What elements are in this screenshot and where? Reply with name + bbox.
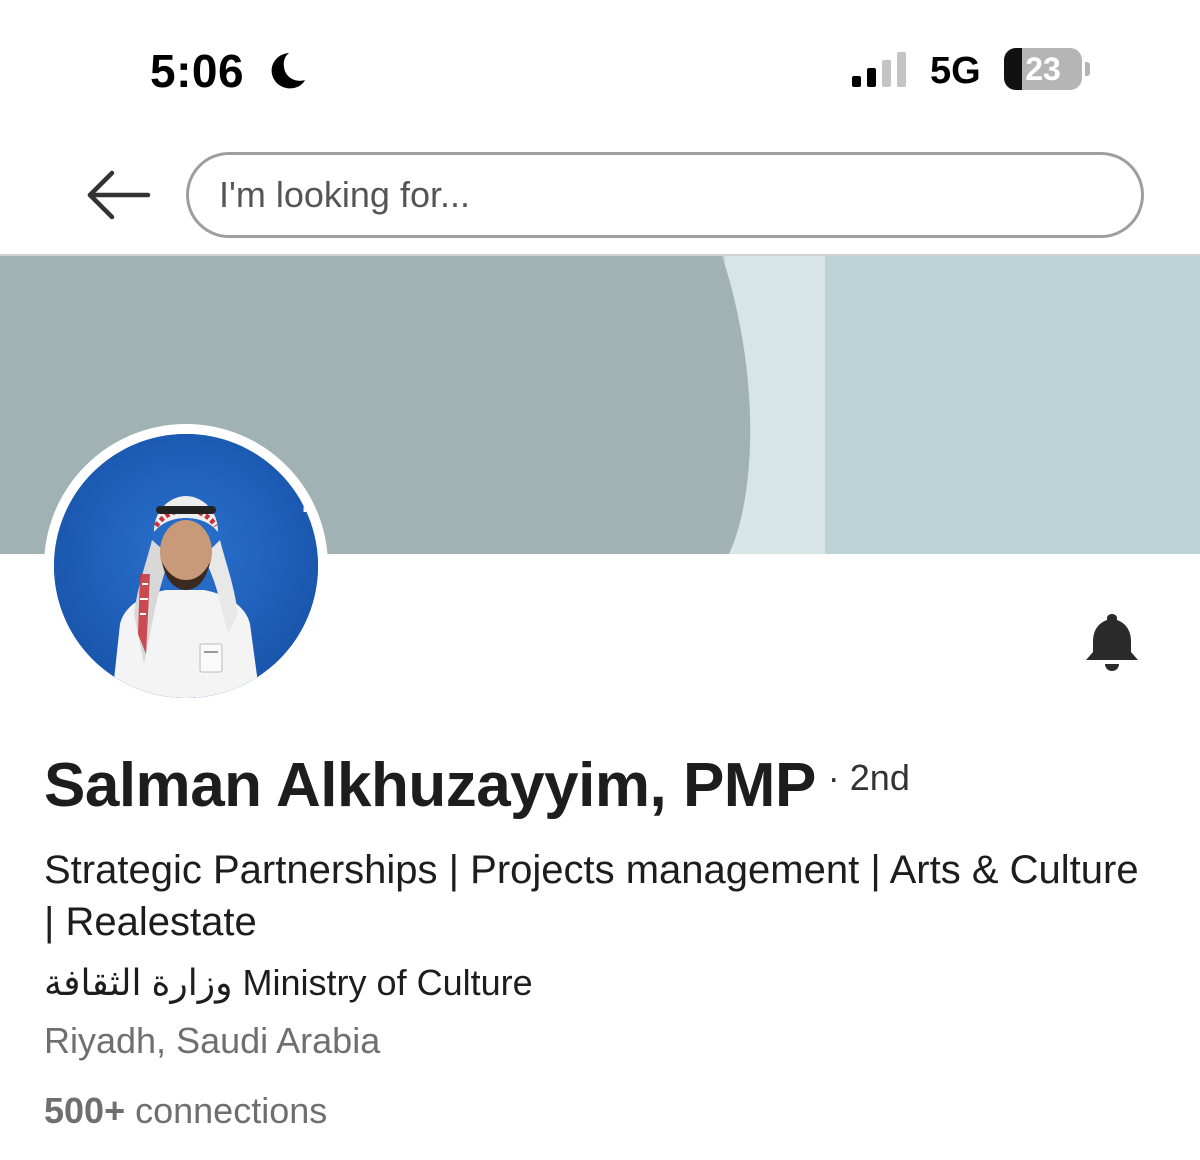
avatar[interactable]: قيادة العـ [44, 424, 328, 708]
profile-headline: Strategic Partnerships | Projects manage… [44, 848, 1139, 944]
status-time: 5:06 [150, 45, 245, 97]
bell-icon [1086, 614, 1138, 671]
connections-count: 500+ [44, 1090, 126, 1131]
name-row: Salman Alkhuzayyim, PMP · 2nd [44, 750, 910, 821]
connection-degree: · 2nd [827, 757, 910, 798]
status-bar: 5:06 5G 23 [0, 0, 1200, 130]
moon-icon [271, 53, 305, 89]
battery-level: 23 [1025, 51, 1061, 87]
arrow-left-icon [87, 170, 151, 220]
connections-link[interactable]: 500+ connections [44, 1090, 327, 1132]
current-company[interactable]: وزارة الثقافة Ministry of Culture [44, 962, 533, 1004]
signal-icon [852, 52, 906, 87]
back-button[interactable] [82, 166, 154, 224]
network-label: 5G [930, 50, 981, 92]
avatar-photo: قيادة العـ [54, 434, 318, 698]
bell-button[interactable] [1080, 610, 1144, 674]
profile-name: Salman Alkhuzayyim, PMP [44, 751, 816, 820]
battery-icon: 23 [1004, 48, 1082, 90]
profile-location: Riyadh, Saudi Arabia [44, 1020, 381, 1061]
connections-label: connections [135, 1090, 328, 1131]
profile-page: 5:06 5G 23 I'm looking for... Salman Alk… [0, 0, 1200, 1160]
search-input[interactable] [186, 152, 1144, 238]
battery-tip [1085, 62, 1090, 76]
